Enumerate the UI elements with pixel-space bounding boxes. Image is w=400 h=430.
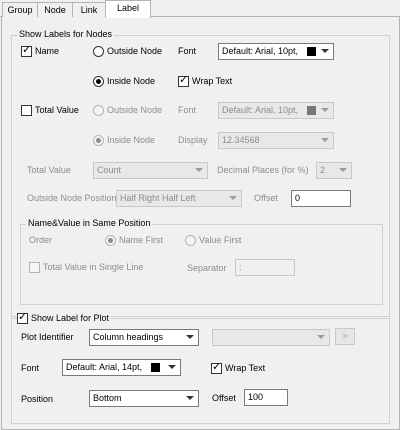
decimal-places-value: 2 [320,165,326,175]
tv-inside-node-label: Inside Node [107,135,156,145]
decimal-places-combo[interactable]: 2 [316,162,352,179]
value-first-radio[interactable] [185,235,196,246]
display-label: Display [178,135,208,145]
tv-outside-node-label: Outside Node [107,105,163,115]
plot-label-group-title: Show Label for Plot [29,313,112,323]
total-value-combo-value: Count [97,165,122,175]
plot-position-label: Position [21,394,54,404]
plot-position-value: Bottom [93,393,122,403]
chevron-down-icon [321,108,329,112]
nodes-label-group-title: Show Labels for Nodes [17,29,115,39]
total-value-checkbox[interactable] [21,105,32,116]
name-label: Name [35,46,60,56]
chevron-down-icon [321,49,329,53]
show-plot-label-checkbox[interactable]: ✓ [17,311,28,324]
order-label: Order [29,235,53,245]
name-outside-node-label: Outside Node [107,46,163,56]
tv-font-label: Font [178,105,197,115]
chevron-down-icon [317,335,325,339]
outside-node-position-label: Outside Node Position [27,193,117,203]
tab-group[interactable]: Group [2,2,38,17]
node-offset-input[interactable]: 0 [291,190,351,207]
radio-dot-icon [96,138,101,143]
plot-font-value: Default: Arial, 14pt, [66,362,143,372]
value-first-label: Value First [199,235,242,245]
color-swatch-icon [307,106,316,115]
chevron-down-icon [186,396,194,400]
name-checkbox[interactable]: ✓ [21,44,32,57]
tv-font-combo[interactable]: Default: Arial, 10pt, [218,102,334,119]
total-value-label: Total Value [35,105,79,115]
plot-font-label: Font [21,363,40,373]
chevron-down-icon [339,168,347,172]
color-swatch-icon [151,363,160,372]
name-font-combo[interactable]: Default: Arial, 10pt, [218,43,334,60]
checkmark-icon: ✓ [179,74,189,86]
name-outside-node-radio[interactable] [93,46,104,57]
total-value-row-label: Total Value [27,165,71,175]
plot-wrap-text-label: Wrap Text [225,363,266,373]
label-tab-panel: Show Labels for Nodes ✓ Name Outside Nod… [1,17,400,430]
single-line-checkbox[interactable] [29,262,40,273]
checkmark-icon: ✓ [212,361,222,373]
browse-button[interactable]: > [335,328,355,345]
checkmark-icon: ✓ [18,311,28,323]
chevron-down-icon [229,196,237,200]
plot-font-combo[interactable]: Default: Arial, 14pt, [62,359,181,376]
decimal-places-label: Decimal Places (for %) [217,165,309,175]
tab-label[interactable]: Label [105,0,151,18]
outside-node-position-value: Half Right Half Left [120,193,196,203]
same-position-group-title: Name&Value in Same Position [26,218,153,228]
plot-offset-input[interactable]: 100 [244,389,288,406]
name-font-value: Default: Arial, 10pt, [222,46,299,56]
total-value-combo[interactable]: Count [93,162,208,179]
wrap-text-label: Wrap Text [192,76,233,86]
chevron-down-icon [195,168,203,172]
name-font-label: Font [178,46,197,56]
display-combo[interactable]: 12.34568 [218,132,334,149]
tab-bar: Group Node Link Label [0,0,400,18]
separator-input[interactable]: : [235,259,295,276]
separator-label: Separator [187,263,227,273]
outside-node-position-combo[interactable]: Half Right Half Left [116,190,242,207]
radio-dot-icon [96,79,101,84]
plot-wrap-text-checkbox[interactable]: ✓ [211,361,222,374]
plot-offset-label: Offset [212,393,236,403]
plot-identifier-label: Plot Identifier [21,332,74,342]
display-value: 12.34568 [222,135,260,145]
checkmark-icon: ✓ [22,44,32,56]
plot-identifier-combo[interactable]: Column headings [89,329,199,346]
node-offset-label: Offset [254,193,278,203]
chevron-down-icon [168,365,176,369]
tab-link[interactable]: Link [72,2,106,17]
plot-identifier-extra-combo[interactable] [212,329,330,346]
tv-inside-node-radio[interactable] [93,135,104,146]
single-line-label: Total Value in Single Line [43,262,144,272]
name-first-radio[interactable] [105,235,116,246]
tv-font-value: Default: Arial, 10pt, [222,105,299,115]
name-inside-node-radio[interactable] [93,76,104,87]
chevron-down-icon [321,138,329,142]
tv-outside-node-radio[interactable] [93,105,104,116]
plot-position-combo[interactable]: Bottom [89,390,199,407]
chevron-down-icon [186,335,194,339]
color-swatch-icon [307,47,316,56]
tab-node[interactable]: Node [37,2,73,17]
name-inside-node-label: Inside Node [107,76,156,86]
radio-dot-icon [108,238,113,243]
name-first-label: Name First [119,235,164,245]
wrap-text-checkbox[interactable]: ✓ [178,74,189,87]
plot-identifier-value: Column headings [93,332,164,342]
